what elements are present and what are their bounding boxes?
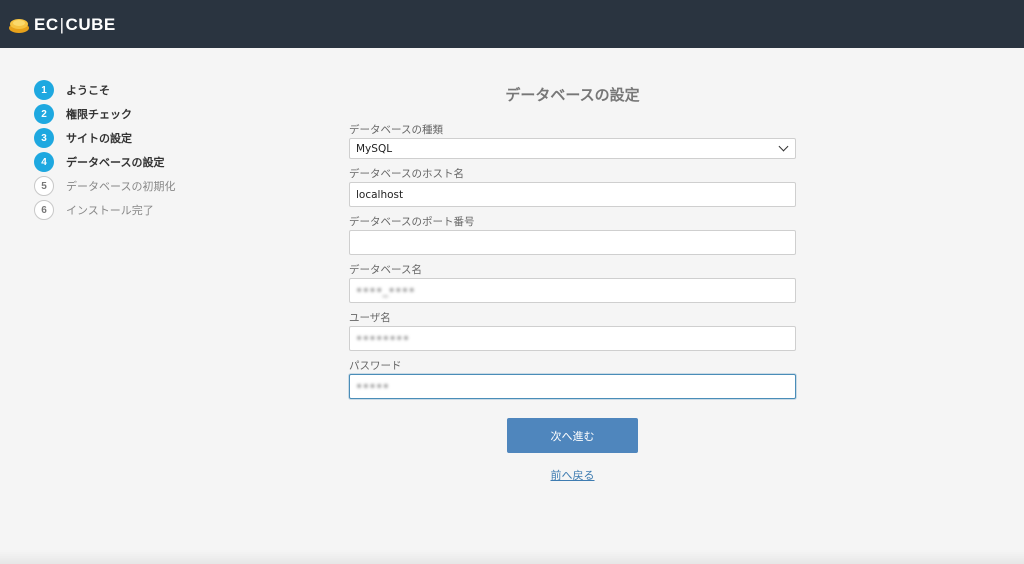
- step-3: 3 サイトの設定: [34, 128, 132, 148]
- app-header: EC|CUBE: [0, 0, 1024, 48]
- ec-cube-logo-icon: [8, 15, 30, 35]
- db-port-input[interactable]: [349, 230, 796, 255]
- step-number: 2: [34, 104, 54, 124]
- step-1: 1 ようこそ: [34, 80, 110, 100]
- db-user-value: ••••••••: [356, 332, 410, 345]
- db-name-value: ••••_••••: [356, 284, 416, 297]
- next-button[interactable]: 次へ進む: [507, 418, 638, 453]
- bottom-shadow: [0, 550, 1024, 564]
- step-number: 3: [34, 128, 54, 148]
- ec-cube-logo[interactable]: EC|CUBE: [8, 14, 116, 36]
- db-type-label: データベースの種類: [349, 124, 443, 136]
- db-password-input[interactable]: •••••: [349, 374, 796, 399]
- step-4: 4 データベースの設定: [34, 152, 164, 172]
- step-number: 4: [34, 152, 54, 172]
- page-title: データベースの設定: [505, 86, 640, 104]
- db-type-value: MySQL: [356, 142, 393, 155]
- step-label: 権限チェック: [66, 108, 132, 121]
- db-name-input[interactable]: ••••_••••: [349, 278, 796, 303]
- step-label: データベースの初期化: [66, 180, 176, 193]
- back-link[interactable]: 前へ戻る: [349, 467, 796, 483]
- chevron-down-icon: [778, 141, 789, 152]
- step-6: 6 インストール完了: [34, 200, 154, 220]
- step-number: 6: [34, 200, 54, 220]
- db-type-select[interactable]: MySQL: [349, 138, 796, 159]
- db-host-label: データベースのホスト名: [349, 168, 464, 180]
- db-user-label: ユーザ名: [349, 312, 391, 324]
- step-number: 1: [34, 80, 54, 100]
- db-password-label: パスワード: [349, 360, 402, 372]
- db-port-label: データベースのポート番号: [349, 216, 475, 228]
- logo-text: EC|CUBE: [34, 15, 116, 34]
- db-host-input[interactable]: localhost: [349, 182, 796, 207]
- step-label: データベースの設定: [66, 156, 165, 169]
- step-2: 2 権限チェック: [34, 104, 132, 124]
- step-label: サイトの設定: [66, 132, 132, 145]
- step-number: 5: [34, 176, 54, 196]
- db-password-value: •••••: [356, 380, 390, 393]
- db-host-value: localhost: [356, 188, 404, 201]
- db-user-input[interactable]: ••••••••: [349, 326, 796, 351]
- step-5: 5 データベースの初期化: [34, 176, 175, 196]
- step-label: インストール完了: [66, 204, 154, 217]
- db-name-label: データベース名: [349, 264, 422, 276]
- step-label: ようこそ: [66, 84, 110, 97]
